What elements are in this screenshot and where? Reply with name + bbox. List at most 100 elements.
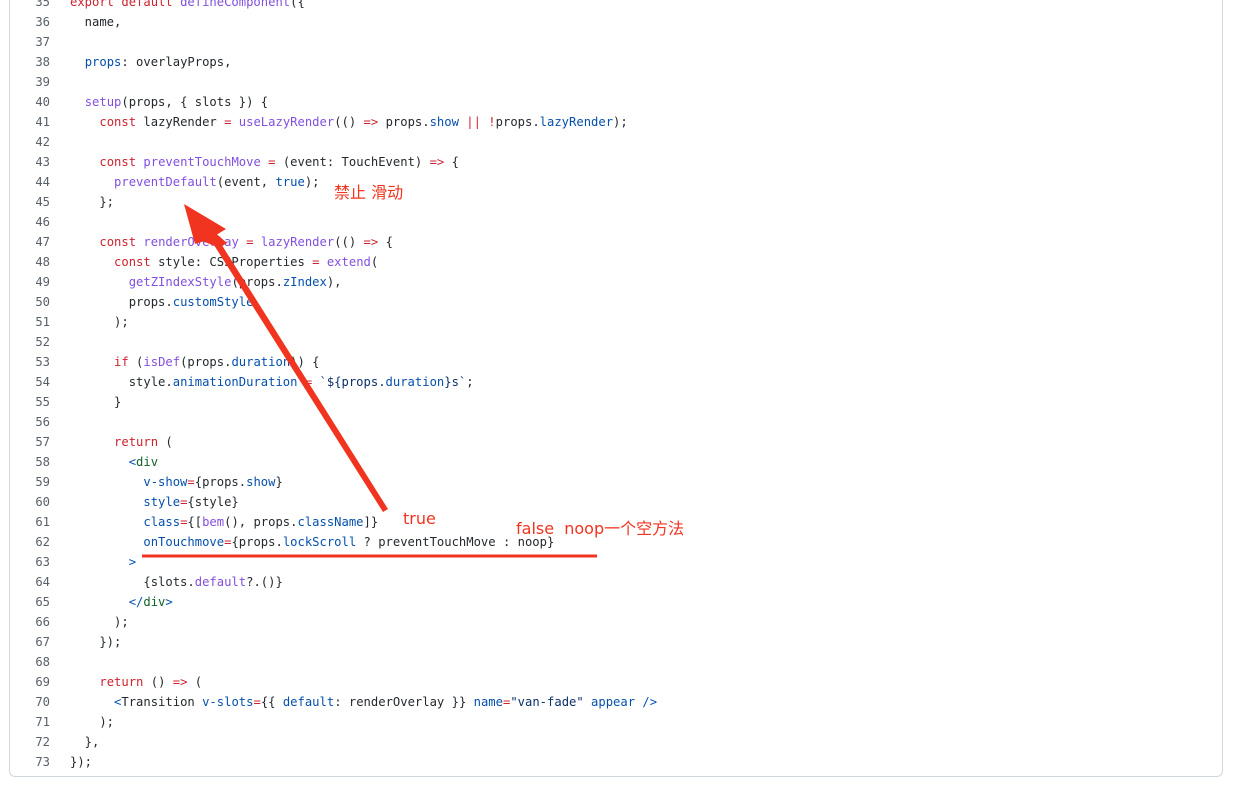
line-number[interactable]: 59 <box>10 472 50 492</box>
code-token: const <box>99 155 144 169</box>
line-number[interactable]: 50 <box>10 292 50 312</box>
code-line: 51 ); <box>10 312 1224 332</box>
code-token: ); <box>613 115 628 129</box>
line-code: ); <box>70 612 129 632</box>
line-code: style.animationDuration = `${props.durat… <box>70 372 474 392</box>
code-token: => <box>172 675 195 689</box>
line-number[interactable]: 60 <box>10 492 50 512</box>
code-lines: 35 export default defineComponent({36 nam… <box>10 0 1224 772</box>
code-token: renderOverlay <box>143 235 247 249</box>
line-number[interactable]: 45 <box>10 192 50 212</box>
line-number[interactable]: 48 <box>10 252 50 272</box>
code-token: name, <box>70 15 122 29</box>
code-token: (props, { slots }) { <box>121 95 269 109</box>
line-number[interactable]: 57 <box>10 432 50 452</box>
code-token: preventDefault <box>114 175 217 189</box>
code-token: ); <box>70 615 129 629</box>
line-number[interactable]: 73 <box>10 752 50 772</box>
line-number[interactable]: 44 <box>10 172 50 192</box>
code-token: {{ <box>260 695 283 709</box>
code-line: 59 v-show={props.show} <box>10 472 1224 492</box>
line-number[interactable]: 41 <box>10 112 50 132</box>
line-number[interactable]: 46 <box>10 212 50 232</box>
line-number[interactable]: 70 <box>10 692 50 712</box>
code-token: {props. <box>194 475 247 489</box>
code-token: < <box>70 455 137 469</box>
code-token: customStyle <box>172 295 254 309</box>
line-number[interactable]: 40 <box>10 92 50 112</box>
line-number[interactable]: 71 <box>10 712 50 732</box>
code-token: > <box>165 595 173 609</box>
code-token: ( <box>370 255 379 269</box>
line-number[interactable]: 35 <box>10 0 50 12</box>
line-code: <div <box>70 452 158 472</box>
line-number[interactable]: 66 <box>10 612 50 632</box>
line-number[interactable]: 49 <box>10 272 50 292</box>
line-number[interactable]: 69 <box>10 672 50 692</box>
code-token: const <box>99 235 144 249</box>
line-number[interactable]: 61 <box>10 512 50 532</box>
code-line: 35 export default defineComponent({ <box>10 0 1224 12</box>
code-token: = <box>253 695 261 709</box>
code-token: ); <box>70 715 115 729</box>
line-number[interactable]: 68 <box>10 652 50 672</box>
code-token: if <box>114 355 137 369</box>
line-code: export default defineComponent({ <box>70 0 305 12</box>
line-number[interactable]: 56 <box>10 412 50 432</box>
line-number[interactable]: 63 <box>10 552 50 572</box>
line-code: name, <box>70 12 122 32</box>
line-number[interactable]: 58 <box>10 452 50 472</box>
line-number[interactable]: 43 <box>10 152 50 172</box>
code-token: /> <box>642 695 658 709</box>
code-line: 70 <Transition v-slots={{ default: rende… <box>10 692 1224 712</box>
code-line: 50 props.customStyle <box>10 292 1224 312</box>
line-code: const renderOverlay = lazyRender(() => { <box>70 232 393 252</box>
code-token: ; <box>466 375 474 389</box>
code-token: {props. <box>231 535 283 549</box>
line-number[interactable]: 52 <box>10 332 50 352</box>
line-number[interactable]: 64 <box>10 572 50 592</box>
code-line: 36 name, <box>10 12 1224 32</box>
code-token: || <box>466 115 489 129</box>
code-token: lazyRender <box>539 115 614 129</box>
code-token: }; <box>70 195 115 209</box>
code-line: 57 return ( <box>10 432 1224 452</box>
code-token: duration <box>231 355 291 369</box>
code-token: = <box>224 115 239 129</box>
line-number[interactable]: 67 <box>10 632 50 652</box>
code-token: isDef <box>143 355 181 369</box>
code-token: class <box>143 515 181 529</box>
line-code: v-show={props.show} <box>70 472 283 492</box>
line-number[interactable]: 47 <box>10 232 50 252</box>
line-number[interactable]: 54 <box>10 372 50 392</box>
code-token: true <box>275 175 305 189</box>
code-line: 39 <box>10 72 1224 92</box>
line-number[interactable]: 36 <box>10 12 50 32</box>
line-number[interactable]: 42 <box>10 132 50 152</box>
line-number[interactable]: 62 <box>10 532 50 552</box>
line-number[interactable]: 55 <box>10 392 50 412</box>
line-number[interactable]: 65 <box>10 592 50 612</box>
line-number[interactable]: 38 <box>10 52 50 72</box>
code-token: div <box>143 595 166 609</box>
code-token: ); <box>70 315 129 329</box>
code-line: 54 style.animationDuration = `${props.du… <box>10 372 1224 392</box>
code-token: className <box>297 515 364 529</box>
code-line: 55 } <box>10 392 1224 412</box>
code-token: < <box>70 695 122 709</box>
line-number[interactable]: 72 <box>10 732 50 752</box>
line-code: </div> <box>70 592 173 612</box>
code-token: getZIndexStyle <box>128 275 232 289</box>
code-line: 49 getZIndexStyle(props.zIndex), <box>10 272 1224 292</box>
line-number[interactable]: 53 <box>10 352 50 372</box>
code-line: 69 return () => ( <box>10 672 1224 692</box>
code-token: } <box>275 475 283 489</box>
code-token: div <box>136 455 159 469</box>
line-number[interactable]: 37 <box>10 32 50 52</box>
line-number[interactable]: 51 <box>10 312 50 332</box>
line-number[interactable]: 39 <box>10 72 50 92</box>
